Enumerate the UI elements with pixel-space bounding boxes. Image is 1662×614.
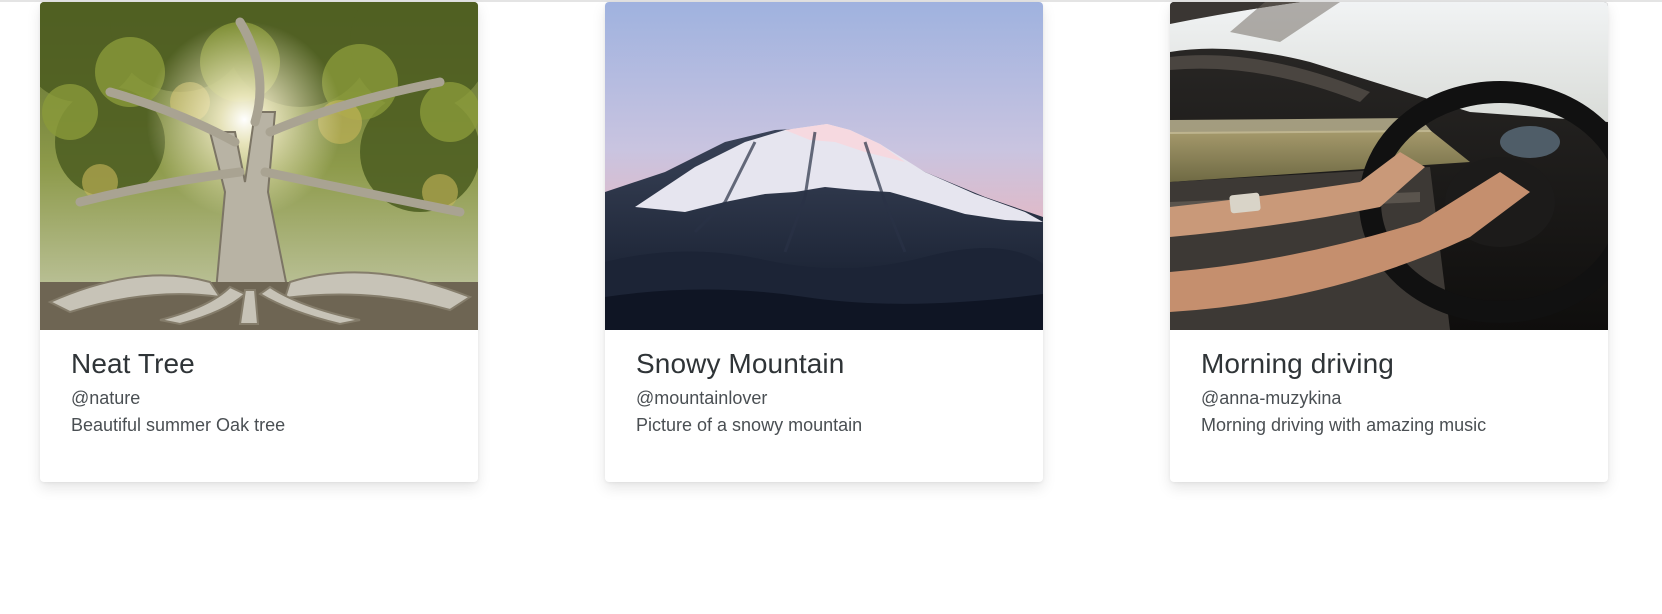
card-body: Neat Tree @nature Beautiful summer Oak t… <box>71 348 458 435</box>
card-author-handle: @mountainlover <box>636 388 768 408</box>
card-morning-driving[interactable]: Morning driving @anna-muzykina Morning d… <box>1170 2 1608 482</box>
card-description: Picture of a snowy mountain <box>636 415 863 435</box>
card-body: Snowy Mountain @mountainlover Picture of… <box>636 348 1023 435</box>
card-title: Neat Tree <box>71 348 195 379</box>
card-grid: Neat Tree @nature Beautiful summer Oak t… <box>0 2 1662 614</box>
tree-photo <box>40 2 478 330</box>
card-neat-tree[interactable]: Neat Tree @nature Beautiful summer Oak t… <box>40 2 478 482</box>
card-description: Beautiful summer Oak tree <box>71 415 286 435</box>
card-author-handle: @anna-muzykina <box>1201 388 1342 408</box>
card-body: Morning driving @anna-muzykina Morning d… <box>1201 348 1588 435</box>
card-title: Snowy Mountain <box>636 348 845 379</box>
card-description: Morning driving with amazing music <box>1201 415 1487 435</box>
card-author-handle: @nature <box>71 388 141 408</box>
card-snowy-mountain[interactable]: Snowy Mountain @mountainlover Picture of… <box>605 2 1043 482</box>
car-driving-photo <box>1170 2 1608 330</box>
card-title: Morning driving <box>1201 348 1394 379</box>
mountain-photo <box>605 2 1043 330</box>
